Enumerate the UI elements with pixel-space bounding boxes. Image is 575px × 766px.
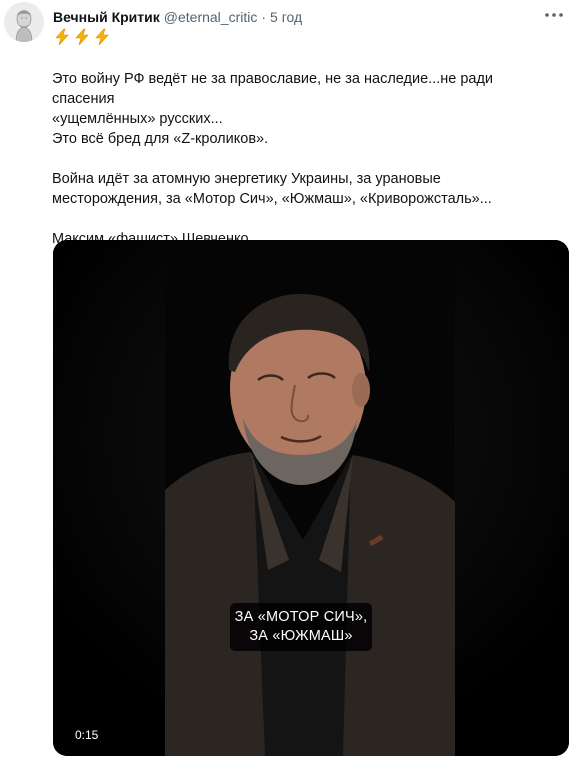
author-name[interactable]: Вечный Критик [53, 9, 160, 25]
tweet: Вечный Критик @eternal_critic · 5 год Эт… [0, 0, 575, 766]
video-player[interactable] [53, 240, 569, 756]
video-subtitle: ЗА «МОТОР СИЧ», ЗА «ЮЖМАШ» [230, 603, 372, 651]
tweet-line: «ущемлённых» русских... [52, 111, 223, 127]
high-voltage-icon [93, 28, 111, 46]
tweet-line: Война идёт за атомную энергетику Украины… [52, 171, 441, 187]
more-button[interactable] [540, 6, 568, 24]
subtitle-line: ЗА «МОТОР СИЧ», [234, 609, 368, 625]
subtitle-line: ЗА «ЮЖМАШ» [249, 628, 353, 644]
high-voltage-icon [53, 28, 71, 46]
emoji-line [53, 28, 111, 46]
separator-dot: · [261, 9, 267, 25]
tweet-line: месторождения, за «Мотор Сич», «Южмаш», … [52, 191, 492, 207]
more-horizontal-icon [545, 13, 563, 17]
tweet-body: Это войну РФ ведёт не за православие, не… [52, 69, 557, 249]
tweet-line: Это войну РФ ведёт не за православие, не… [52, 71, 494, 107]
tweet-time[interactable]: 5 год [270, 9, 302, 25]
author-handle[interactable]: @eternal_critic [164, 9, 258, 25]
tweet-header: Вечный Критик @eternal_critic · 5 год [53, 7, 302, 27]
tweet-line: Это всё бред для «Z-кроликов». [52, 131, 269, 147]
video-frame [53, 240, 569, 756]
video-duration: 0:15 [72, 727, 102, 743]
avatar[interactable] [4, 2, 44, 42]
high-voltage-icon [73, 28, 91, 46]
